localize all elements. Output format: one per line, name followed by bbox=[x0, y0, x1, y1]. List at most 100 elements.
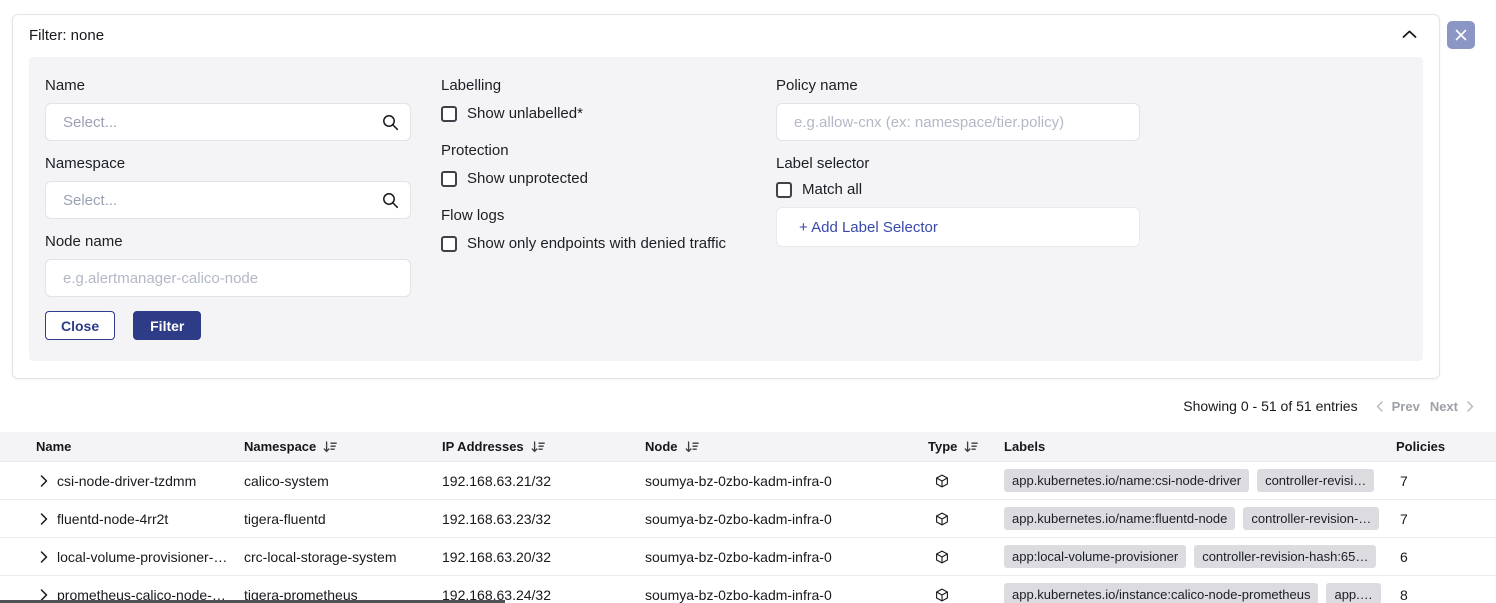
prev-page-link[interactable]: Prev bbox=[1387, 399, 1425, 414]
filter-button[interactable]: Filter bbox=[133, 311, 201, 340]
endpoint-ip-address: 192.168.63.20/32 bbox=[442, 549, 645, 565]
table-row[interactable]: local-volume-provisioner-… crc-local-sto… bbox=[0, 538, 1496, 576]
column-header-label: Name bbox=[36, 439, 71, 454]
namespace-select[interactable] bbox=[45, 181, 411, 219]
label-badge: app.kubernetes.io/instance:calico-node-p… bbox=[1004, 583, 1318, 603]
match-all-checkbox[interactable] bbox=[776, 182, 792, 198]
policies-count: 8 bbox=[1396, 587, 1496, 603]
expand-chevron-icon[interactable] bbox=[40, 513, 48, 525]
endpoint-name: local-volume-provisioner-… bbox=[57, 549, 227, 565]
filter-column-right: Policy name Label selector Match all + A… bbox=[776, 77, 1140, 247]
table-row[interactable]: prometheus-calico-node-… tigera-promethe… bbox=[0, 576, 1496, 603]
label-badge: app.kubernetes.io/name:csi-node-driver bbox=[1004, 469, 1249, 492]
sort-icon[interactable] bbox=[531, 441, 545, 453]
labelling-section-label: Labelling bbox=[441, 77, 773, 95]
sort-icon[interactable] bbox=[964, 441, 978, 453]
node-name-input[interactable] bbox=[46, 270, 410, 287]
add-label-selector-button[interactable]: + Add Label Selector bbox=[776, 207, 1140, 247]
filter-form: Name Namespace Node name bbox=[29, 57, 1423, 361]
flow-logs-section-label: Flow logs bbox=[441, 207, 773, 225]
filter-column-left: Name Namespace Node name bbox=[45, 77, 411, 340]
show-unlabelled-row: Show unlabelled* bbox=[441, 105, 773, 122]
endpoints-table: Name Namespace IP Addresses Node Type La… bbox=[0, 432, 1496, 603]
column-header-name[interactable]: Name bbox=[36, 439, 244, 454]
denied-traffic-checkbox[interactable] bbox=[441, 236, 457, 252]
expand-chevron-icon[interactable] bbox=[40, 551, 48, 563]
name-field-label: Name bbox=[45, 77, 411, 95]
table-body: csi-node-driver-tzdmm calico-system 192.… bbox=[0, 462, 1496, 603]
column-header-labels[interactable]: Labels bbox=[1004, 439, 1396, 454]
chevron-up-icon bbox=[1402, 30, 1417, 38]
sort-icon[interactable] bbox=[685, 441, 699, 453]
table-row[interactable]: fluentd-node-4rr2t tigera-fluentd 192.16… bbox=[0, 500, 1496, 538]
next-page-link[interactable]: Next bbox=[1425, 399, 1463, 414]
pod-icon bbox=[935, 550, 949, 564]
label-badge: controller-revisi… bbox=[1257, 469, 1374, 492]
node-name-field[interactable] bbox=[45, 259, 411, 297]
denied-traffic-row: Show only endpoints with denied traffic bbox=[441, 235, 773, 252]
filter-panel: Filter: none Name Namespace bbox=[12, 14, 1440, 379]
endpoint-type bbox=[928, 474, 1004, 488]
endpoint-type bbox=[928, 512, 1004, 526]
filter-panel-header: Filter: none bbox=[13, 15, 1439, 57]
endpoint-labels: app.kubernetes.io/name:csi-node-driver co… bbox=[1004, 469, 1396, 492]
table-row[interactable]: csi-node-driver-tzdmm calico-system 192.… bbox=[0, 462, 1496, 500]
search-icon bbox=[382, 192, 399, 209]
match-all-row: Match all bbox=[776, 181, 1140, 198]
column-header-namespace[interactable]: Namespace bbox=[244, 439, 442, 454]
endpoint-ip-address: 192.168.63.23/32 bbox=[442, 511, 645, 527]
entries-summary: Showing 0 - 51 of 51 entries bbox=[1183, 398, 1357, 414]
expand-chevron-icon[interactable] bbox=[40, 475, 48, 487]
show-unprotected-row: Show unprotected bbox=[441, 170, 773, 187]
namespace-field-label: Namespace bbox=[45, 155, 411, 173]
next-chevron-icon[interactable] bbox=[1463, 401, 1478, 412]
policies-count: 7 bbox=[1396, 473, 1496, 489]
pod-icon bbox=[935, 512, 949, 526]
endpoint-node: soumya-bz-0zbo-kadm-infra-0 bbox=[645, 587, 928, 603]
collapse-panel-button[interactable] bbox=[1402, 30, 1417, 38]
pagination-bar: Showing 0 - 51 of 51 entries Prev Next bbox=[1183, 397, 1478, 415]
table-header-row: Name Namespace IP Addresses Node Type La… bbox=[0, 432, 1496, 462]
expand-chevron-icon[interactable] bbox=[40, 589, 48, 601]
show-unlabelled-label: Show unlabelled* bbox=[467, 105, 583, 122]
match-all-label: Match all bbox=[802, 181, 862, 198]
label-badge: app.… bbox=[1326, 583, 1380, 603]
name-select-input[interactable] bbox=[46, 114, 410, 131]
filter-actions: Close Filter bbox=[45, 311, 411, 340]
filter-column-middle: Labelling Show unlabelled* Protection Sh… bbox=[441, 77, 773, 272]
endpoint-type bbox=[928, 550, 1004, 564]
endpoint-node: soumya-bz-0zbo-kadm-infra-0 bbox=[645, 473, 928, 489]
endpoint-labels: app.kubernetes.io/instance:calico-node-p… bbox=[1004, 583, 1396, 603]
column-header-node[interactable]: Node bbox=[645, 439, 928, 454]
column-header-policies[interactable]: Policies bbox=[1396, 439, 1496, 454]
policy-name-input[interactable] bbox=[777, 114, 1139, 131]
sort-icon[interactable] bbox=[323, 441, 337, 453]
name-select[interactable] bbox=[45, 103, 411, 141]
column-header-ip[interactable]: IP Addresses bbox=[442, 439, 645, 454]
policy-name-field-label: Policy name bbox=[776, 77, 1140, 95]
label-badge: app:local-volume-provisioner bbox=[1004, 545, 1186, 568]
label-badge: controller-revision-… bbox=[1243, 507, 1379, 530]
endpoint-ip-address: 192.168.63.21/32 bbox=[442, 473, 645, 489]
namespace-select-input[interactable] bbox=[46, 192, 410, 209]
column-header-label: Namespace bbox=[244, 439, 316, 454]
endpoint-labels: app.kubernetes.io/name:fluentd-nodecontr… bbox=[1004, 507, 1396, 530]
dismiss-filter-button[interactable] bbox=[1447, 21, 1475, 49]
pod-icon bbox=[935, 588, 949, 602]
label-badge: controller-revision-hash:65… bbox=[1194, 545, 1376, 568]
protection-section-label: Protection bbox=[441, 142, 773, 160]
filter-panel-title: Filter: none bbox=[29, 27, 104, 44]
endpoint-labels: app:local-volume-provisioner controller-r… bbox=[1004, 545, 1396, 568]
close-button[interactable]: Close bbox=[45, 311, 115, 340]
policies-count: 7 bbox=[1396, 511, 1496, 527]
column-header-label: Type bbox=[928, 439, 957, 454]
show-unlabelled-checkbox[interactable] bbox=[441, 106, 457, 122]
column-header-type[interactable]: Type bbox=[928, 439, 1004, 454]
policy-name-field[interactable] bbox=[776, 103, 1140, 141]
show-unprotected-checkbox[interactable] bbox=[441, 171, 457, 187]
endpoint-namespace: crc-local-storage-system bbox=[244, 549, 442, 565]
search-icon bbox=[382, 114, 399, 131]
pod-icon bbox=[935, 474, 949, 488]
prev-chevron-icon[interactable] bbox=[1372, 401, 1387, 412]
endpoint-node: soumya-bz-0zbo-kadm-infra-0 bbox=[645, 549, 928, 565]
